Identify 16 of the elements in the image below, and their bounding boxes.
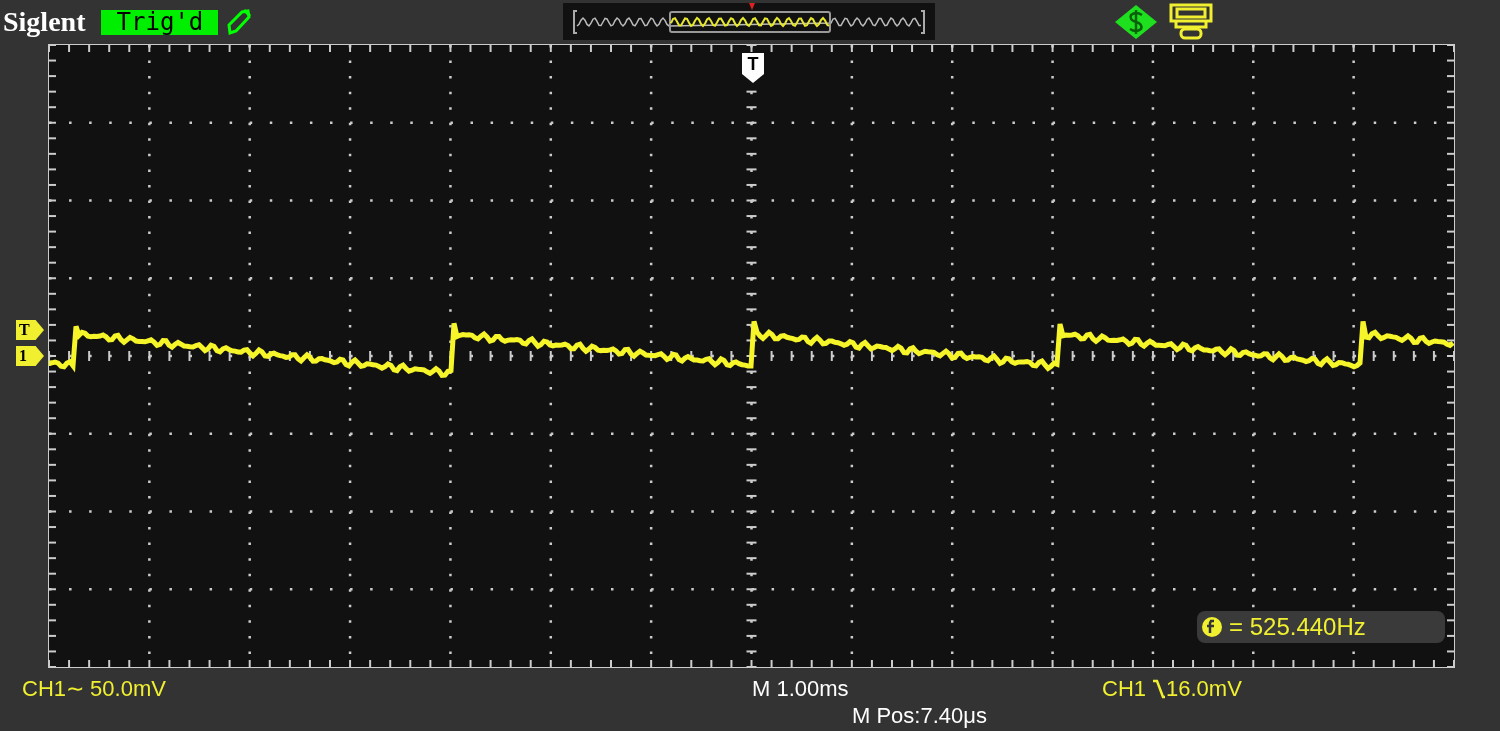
dollar-icon: [1113, 4, 1159, 40]
trigger-source: CH1: [1102, 678, 1146, 700]
timebase-label: M 1.00ms: [752, 678, 850, 700]
trigger-level: 16.0mV: [1166, 678, 1242, 700]
trigger-position-marker: T: [742, 53, 764, 83]
horizontal-position: M Pos:7.40μs: [852, 705, 987, 727]
trigger-status-indicator: Trig'd: [101, 9, 219, 35]
frequency-icon: [1201, 616, 1223, 638]
channel-marker: 1: [16, 346, 44, 366]
brand-logo: Siglent: [3, 8, 86, 36]
falling-edge-icon: [1152, 679, 1166, 699]
channel-scale: CH1∼ 50.0mV: [22, 678, 167, 700]
frequency-reading: = 525.440Hz: [1229, 615, 1366, 639]
probe-icon: [226, 7, 253, 37]
printer-icon: [1168, 3, 1214, 41]
trigger-level-marker: T: [16, 320, 44, 340]
